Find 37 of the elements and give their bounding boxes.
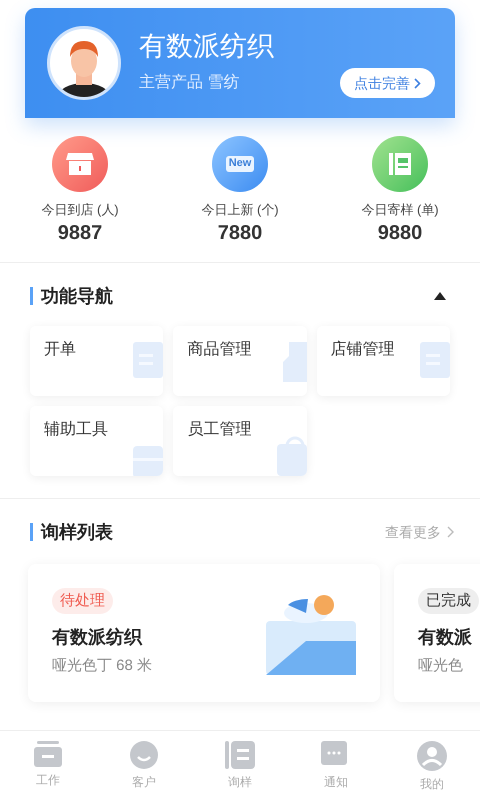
stat-label: 今日上新 (个)	[201, 201, 279, 219]
card-detail: 哑光色丁 68 米	[52, 656, 152, 676]
user-icon	[417, 741, 447, 771]
briefcase-icon	[34, 741, 62, 767]
stat-label: 今日寄样 (单)	[361, 201, 439, 219]
sample-card[interactable]: 待处理 有数派纺织 哑光色丁 68 米	[28, 564, 380, 702]
new-badge-icon: New	[212, 136, 268, 192]
document-icon	[420, 342, 450, 378]
card-detail: 哑光色	[418, 656, 463, 676]
stat-value: 7880	[218, 220, 262, 246]
feature-tile[interactable]: 员工管理	[173, 406, 307, 476]
feature-tile[interactable]: 商品管理	[173, 326, 307, 396]
feature-tile[interactable]: 开单	[30, 326, 164, 396]
status-tag: 待处理	[52, 588, 113, 614]
feature-tile[interactable]: 店铺管理	[316, 326, 450, 396]
chevron-right-icon	[414, 78, 421, 88]
chevron-right-icon	[447, 526, 454, 538]
stat-label: 今日到店 (人)	[41, 201, 119, 219]
card-title: 有数派纺织	[52, 626, 142, 649]
card-title: 有数派	[418, 626, 472, 649]
section-accent-bar	[30, 523, 33, 541]
complete-profile-button[interactable]: 点击完善	[340, 68, 435, 98]
main-product: 主营产品 雪纺	[139, 72, 240, 93]
stat-value: 9880	[378, 220, 422, 246]
sample-card[interactable]: 已完成 有数派 哑光色	[394, 564, 480, 702]
section-title: 询样列表	[41, 520, 113, 544]
collapse-icon[interactable]	[434, 292, 446, 300]
status-tag: 已完成	[418, 588, 479, 614]
shop-name: 有数派纺织	[139, 30, 275, 63]
list-icon	[225, 741, 255, 769]
stat-value: 9887	[58, 220, 102, 246]
section-accent-bar	[30, 287, 33, 305]
feature-tile[interactable]: 辅助工具	[30, 406, 164, 476]
bag-icon	[276, 436, 307, 476]
document-icon	[133, 342, 164, 378]
smiley-icon	[130, 741, 158, 769]
section-title: 功能导航	[41, 284, 113, 308]
